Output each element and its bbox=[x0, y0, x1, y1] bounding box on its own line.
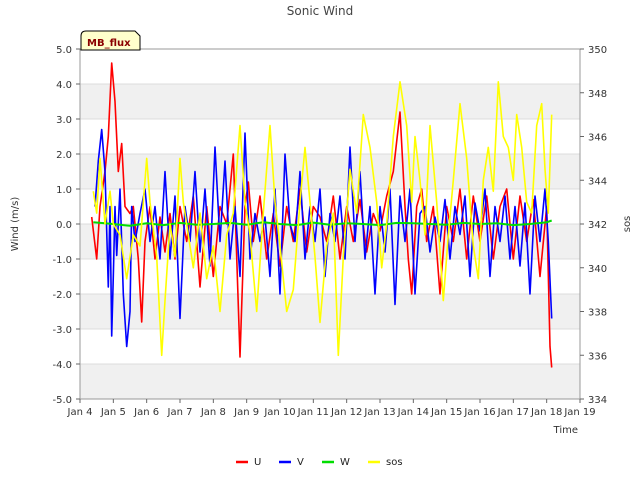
y-left-tick-label: -1.0 bbox=[52, 255, 72, 266]
x-tick-label: Jan 6 bbox=[133, 407, 159, 418]
sonic-wind-chart: Sonic Wind Jan 4 Jan 5 Jan 6 Jan 7 Jan 8 Jan … bbox=[10, 4, 633, 468]
x-tick-label: Jan 7 bbox=[167, 407, 193, 418]
y-left-tick-label: 0.0 bbox=[56, 220, 72, 231]
legend-label-sos: sos bbox=[386, 457, 403, 468]
x-tick-label: Jan 5 bbox=[100, 407, 126, 418]
y-right-tick-label: 346 bbox=[588, 133, 607, 144]
y-right-tick-label: 340 bbox=[588, 264, 607, 275]
y-axis-left-title: Wind (m/s) bbox=[10, 197, 21, 252]
x-tick-label: Jan 12 bbox=[330, 407, 362, 418]
grid-band bbox=[80, 154, 580, 189]
y-left-tick-label: -2.0 bbox=[52, 290, 72, 301]
site-badge-label: MB_flux bbox=[87, 38, 131, 49]
x-tick-label: Jan 13 bbox=[363, 407, 395, 418]
legend-label-w: W bbox=[340, 457, 350, 468]
y-left-tick-label: -4.0 bbox=[52, 360, 72, 371]
x-tick-label: Jan 4 bbox=[67, 407, 93, 418]
y-left-tick-label: 1.0 bbox=[56, 185, 72, 196]
x-tick-label: Jan 18 bbox=[530, 407, 562, 418]
y-right-tick-label: 344 bbox=[588, 176, 607, 187]
grid-band bbox=[80, 294, 580, 329]
y-left-tick-label: 2.0 bbox=[56, 150, 72, 161]
grid-band bbox=[80, 84, 580, 119]
y-right-tick-label: 334 bbox=[588, 395, 607, 406]
x-tick-label: Jan 11 bbox=[297, 407, 329, 418]
x-tick-label: Jan 15 bbox=[430, 407, 462, 418]
y-left-tick-label: 5.0 bbox=[56, 45, 72, 56]
y-left-tick-label: 4.0 bbox=[56, 80, 72, 91]
y-right-tick-label: 342 bbox=[588, 220, 607, 231]
y-right-tick-label: 338 bbox=[588, 308, 607, 319]
chart-title: Sonic Wind bbox=[287, 4, 353, 18]
x-tick-label: Jan 19 bbox=[563, 407, 595, 418]
site-badge: MB_flux bbox=[80, 30, 141, 51]
x-tick-label: Jan 9 bbox=[233, 407, 259, 418]
y-right-tick-label: 348 bbox=[588, 89, 607, 100]
y-right-tick-label: 350 bbox=[588, 45, 607, 56]
y-left-tick-label: -3.0 bbox=[52, 325, 72, 336]
y-right-tick-label: 336 bbox=[588, 351, 607, 362]
y-left-tick-label: -5.0 bbox=[52, 395, 72, 406]
legend: U V Wsos bbox=[236, 457, 403, 468]
x-tick-label: Jan 10 bbox=[263, 407, 295, 418]
y-axis-right-title: sos bbox=[622, 216, 633, 233]
x-tick-label: Jan 16 bbox=[463, 407, 495, 418]
x-tick-label: Jan 8 bbox=[200, 407, 226, 418]
grid-band bbox=[80, 364, 580, 399]
legend-label-u: U bbox=[254, 457, 261, 468]
x-axis-title: Time bbox=[553, 425, 578, 436]
y-left-tick-label: 3.0 bbox=[56, 115, 72, 126]
legend-label-v: V bbox=[297, 457, 304, 468]
x-tick-label: Jan 17 bbox=[497, 407, 529, 418]
x-tick-label: Jan 14 bbox=[397, 407, 429, 418]
